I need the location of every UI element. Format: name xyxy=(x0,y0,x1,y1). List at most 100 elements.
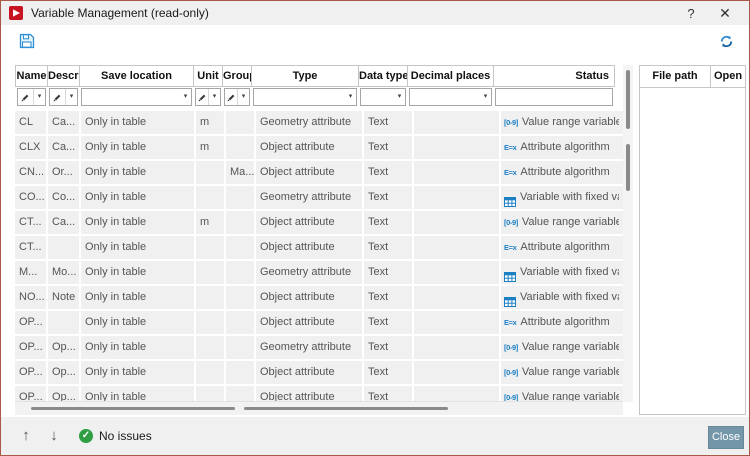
filter-combobox[interactable]: ▾ xyxy=(253,88,357,106)
cell-type: Object attribute xyxy=(256,136,362,159)
column-header-status[interactable]: Status xyxy=(493,65,615,87)
filter-pencil-icon xyxy=(21,93,30,102)
cell-description: Note xyxy=(48,286,79,309)
dropdown-arrow-icon[interactable]: ▾ xyxy=(345,89,356,105)
filter-textbox[interactable] xyxy=(495,88,613,106)
dropdown-arrow-icon[interactable]: ▾ xyxy=(66,89,77,105)
cell-save-location: Only in table xyxy=(81,286,194,309)
file-path-panel: File path Open xyxy=(639,65,746,415)
help-button[interactable]: ? xyxy=(675,1,707,25)
cell-unit xyxy=(196,286,224,309)
vertical-scrollbar[interactable] xyxy=(623,65,633,402)
table-row[interactable]: NO...NoteOnly in tableObject attributeTe… xyxy=(15,286,633,309)
cell-unit xyxy=(196,336,224,359)
move-up-button[interactable]: ↑ xyxy=(17,427,35,445)
filter-pencil-icon xyxy=(53,93,62,102)
dropdown-arrow-icon[interactable]: ▾ xyxy=(209,89,220,105)
table-row[interactable]: OP...Op...Only in tableGeometry attribut… xyxy=(15,336,633,359)
dropdown-arrow-icon[interactable]: ▾ xyxy=(480,89,491,105)
cell-data-type: Text xyxy=(364,136,412,159)
file-path-panel-body xyxy=(640,88,745,414)
dropdown-arrow-icon[interactable]: ▾ xyxy=(394,89,405,105)
filter-widget[interactable]: ▾ xyxy=(49,88,78,106)
cell-group xyxy=(226,111,254,134)
cell-decimal-places xyxy=(414,236,499,259)
cell-save-location: Only in table xyxy=(81,136,194,159)
move-down-button[interactable]: ↓ xyxy=(45,427,63,445)
filter-cell-save-location: ▾ xyxy=(79,87,194,109)
column-header-open[interactable]: Open xyxy=(711,66,745,88)
cell-type: Geometry attribute xyxy=(256,186,362,209)
filter-combobox[interactable]: ▾ xyxy=(409,88,492,106)
value-range-icon: [0-9] xyxy=(504,111,518,134)
cell-name: CN... xyxy=(15,161,46,184)
cell-description xyxy=(48,236,79,259)
cell-description: Ca... xyxy=(48,136,79,159)
table-header-row: ˆNameDescriptionSave locationUnitGroupTy… xyxy=(15,65,633,87)
column-header-unit[interactable]: Unit xyxy=(193,65,223,87)
cell-save-location: Only in table xyxy=(81,261,194,284)
filter-widget[interactable]: ▾ xyxy=(224,88,250,106)
vertical-scrollbar-thumb[interactable] xyxy=(626,144,630,191)
cell-data-type: Text xyxy=(364,161,412,184)
cell-status: [0-9]Value range variable w xyxy=(501,111,623,134)
horizontal-scrollbar[interactable] xyxy=(15,401,623,415)
table-row[interactable]: CLCa...Only in tablemGeometry attributeT… xyxy=(15,111,633,134)
refresh-icon xyxy=(719,34,734,49)
column-header-save-location[interactable]: Save location xyxy=(79,65,194,87)
cell-description: Co... xyxy=(48,186,79,209)
table-row[interactable]: M...Mo...Only in tableGeometry attribute… xyxy=(15,261,633,284)
horizontal-scrollbar-thumb[interactable] xyxy=(244,407,448,410)
column-header-description[interactable]: Description xyxy=(47,65,80,87)
cell-decimal-places xyxy=(414,136,499,159)
cell-name: CT... xyxy=(15,236,46,259)
cell-name: M... xyxy=(15,261,46,284)
file-path-panel-header: File path Open xyxy=(640,66,745,88)
table-row[interactable]: CN...Or...Only in tableMa...Object attri… xyxy=(15,161,633,184)
filter-combobox[interactable]: ▾ xyxy=(81,88,192,106)
cell-unit xyxy=(196,186,224,209)
dropdown-arrow-icon[interactable]: ▾ xyxy=(180,89,191,105)
column-header-group[interactable]: Group xyxy=(222,65,252,87)
refresh-button[interactable] xyxy=(715,30,737,52)
table-row[interactable]: CT...Ca...Only in tablemObject attribute… xyxy=(15,211,633,234)
dropdown-arrow-icon[interactable]: ▾ xyxy=(34,89,45,105)
table-row[interactable]: CLXCa...Only in tablemObject attributeTe… xyxy=(15,136,633,159)
cell-save-location: Only in table xyxy=(81,211,194,234)
cell-status: Variable with fixed va xyxy=(501,261,623,284)
close-window-button[interactable]: ✕ xyxy=(709,1,741,25)
cell-group xyxy=(226,186,254,209)
table-row[interactable]: OP...Only in tableObject attributeTextE=… xyxy=(15,311,633,334)
cell-unit xyxy=(196,311,224,334)
cell-data-type: Text xyxy=(364,211,412,234)
close-button[interactable]: Close xyxy=(708,426,744,449)
table-row[interactable]: OP...Op...Only in tableObject attributeT… xyxy=(15,361,633,384)
cell-unit xyxy=(196,361,224,384)
vertical-scrollbar-thumb[interactable] xyxy=(626,70,630,129)
dropdown-arrow-icon[interactable]: ▾ xyxy=(238,89,249,105)
cell-description xyxy=(48,311,79,334)
column-header-file-path[interactable]: File path xyxy=(640,66,711,88)
filter-widget[interactable]: ▾ xyxy=(195,88,221,106)
column-header-name[interactable]: ˆName xyxy=(15,65,48,87)
table-filter-row: ▾ ▾ ▾ ▾ ▾ ▾ ▾ ▾ xyxy=(15,87,633,109)
cell-decimal-places xyxy=(414,161,499,184)
status-indicator: ✓ No issues xyxy=(79,429,152,443)
eplan-logo-icon xyxy=(9,6,23,20)
horizontal-scrollbar-thumb[interactable] xyxy=(31,407,235,410)
variable-management-dialog: Variable Management (read-only) ? ✕ ˆNam… xyxy=(0,0,750,456)
footer-bar: ↑ ↓ ✓ No issues Close xyxy=(1,417,749,455)
column-header-decimal-places[interactable]: Decimal places xyxy=(407,65,494,87)
table-row[interactable]: CO...Co...Only in tableGeometry attribut… xyxy=(15,186,633,209)
value-range-icon: [0-9] xyxy=(504,361,518,384)
cell-group xyxy=(226,311,254,334)
save-button[interactable] xyxy=(16,30,38,52)
column-header-data-type[interactable]: Data type xyxy=(358,65,408,87)
column-header-type[interactable]: Type xyxy=(251,65,359,87)
cell-name: CL xyxy=(15,111,46,134)
filter-widget[interactable]: ▾ xyxy=(17,88,46,106)
table-row[interactable]: CT...Only in tableObject attributeTextE=… xyxy=(15,236,633,259)
filter-combobox[interactable]: ▾ xyxy=(360,88,406,106)
cell-unit xyxy=(196,236,224,259)
cell-save-location: Only in table xyxy=(81,311,194,334)
